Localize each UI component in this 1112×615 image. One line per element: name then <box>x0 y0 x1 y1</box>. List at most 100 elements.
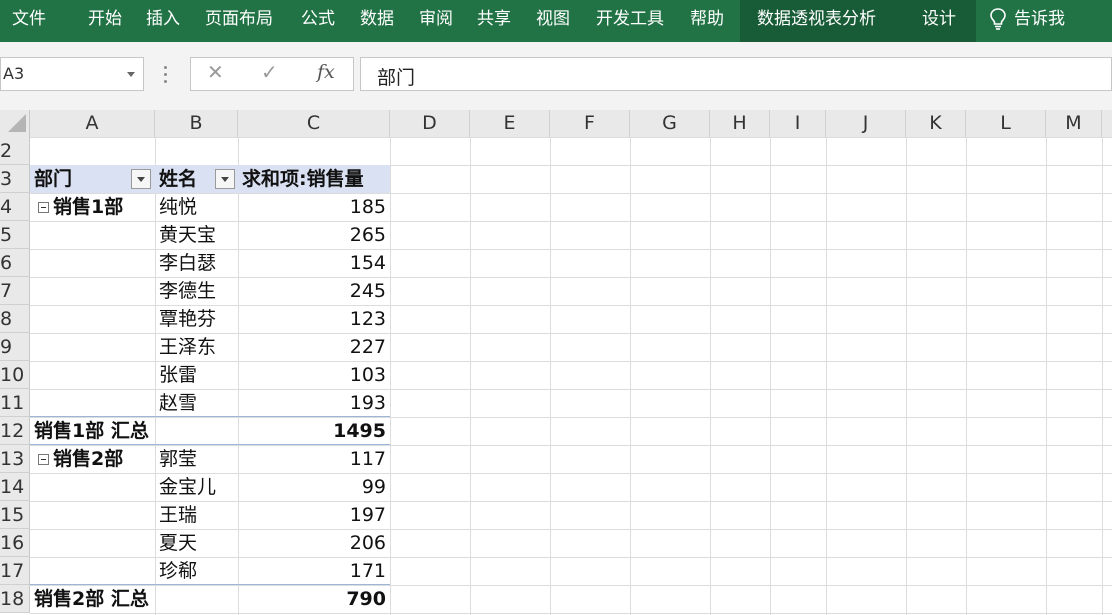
pivot-item-value[interactable]: 185 <box>238 193 386 221</box>
row-header[interactable]: 11 <box>0 389 30 417</box>
tab-view[interactable]: 视图 <box>536 0 570 42</box>
pivot-item-value[interactable]: 227 <box>238 333 386 361</box>
tab-design[interactable]: 设计 <box>922 0 956 42</box>
pivot-item-name[interactable]: 珍郗 <box>159 557 197 585</box>
column-header-f[interactable]: F <box>550 110 630 137</box>
grid-line <box>1102 137 1103 615</box>
tab-home[interactable]: 开始 <box>88 0 122 42</box>
column-header-i[interactable]: I <box>770 110 826 137</box>
pivot-item-value[interactable]: 103 <box>238 361 386 389</box>
chevron-down-icon[interactable] <box>127 72 135 77</box>
pivot-item-name[interactable]: 李白瑟 <box>159 249 216 277</box>
pivot-item-name[interactable]: 赵雪 <box>159 389 197 417</box>
row-header[interactable]: 9 <box>0 333 30 361</box>
row-header[interactable]: 8 <box>0 305 30 333</box>
grid-line <box>1046 137 1047 615</box>
tab-file[interactable]: 文件 <box>12 0 46 42</box>
row-header[interactable]: 14 <box>0 473 30 501</box>
pivot-item-name[interactable]: 王瑞 <box>159 501 197 529</box>
check-icon[interactable]: ✓ <box>261 60 278 84</box>
tab-share[interactable]: 共享 <box>477 0 511 42</box>
pivot-item-name[interactable]: 纯悦 <box>159 193 197 221</box>
pivot-item-name[interactable]: 张雷 <box>159 361 197 389</box>
name-box[interactable]: A3 <box>0 57 144 91</box>
grid-line <box>966 137 967 615</box>
pivot-item-value[interactable]: 99 <box>238 473 386 501</box>
drag-handle-icon[interactable] <box>164 66 168 87</box>
insert-function-icon[interactable]: fx <box>317 61 335 83</box>
pivot-subtotal-label[interactable]: 销售2部 汇总 <box>34 585 149 613</box>
pivot-group-label[interactable]: 销售1部 <box>53 193 123 221</box>
tab-insert[interactable]: 插入 <box>146 0 180 42</box>
collapse-icon[interactable] <box>38 202 49 213</box>
name-box-value: A3 <box>3 64 25 83</box>
pivot-item-value[interactable]: 197 <box>238 501 386 529</box>
pivot-item-value[interactable]: 193 <box>238 389 386 417</box>
tell-me-search[interactable]: 告诉我 <box>990 0 1065 42</box>
pivot-group-label[interactable]: 销售2部 <box>53 445 123 473</box>
grid-line <box>906 137 907 615</box>
formula-input[interactable]: 部门 <box>360 57 1112 91</box>
tab-help[interactable]: 帮助 <box>690 0 724 42</box>
column-header-j[interactable]: J <box>826 110 906 137</box>
column-header-m[interactable]: M <box>1046 110 1102 137</box>
pivot-subtotal-label[interactable]: 销售1部 汇总 <box>34 417 149 445</box>
tab-page-layout[interactable]: 页面布局 <box>205 0 273 42</box>
row-header[interactable]: 17 <box>0 557 30 585</box>
row-header[interactable]: 2 <box>0 137 30 165</box>
row-header[interactable]: 13 <box>0 445 30 473</box>
row-header[interactable]: 6 <box>0 249 30 277</box>
pivot-item-value[interactable]: 171 <box>238 557 386 585</box>
pivot-item-value[interactable]: 265 <box>238 221 386 249</box>
grid-line <box>550 137 551 615</box>
pivot-header-name[interactable]: 姓名 <box>159 165 197 193</box>
column-header-a[interactable]: A <box>30 110 155 137</box>
row-header[interactable]: 5 <box>0 221 30 249</box>
row-header[interactable]: 12 <box>0 417 30 445</box>
pivot-item-name[interactable]: 夏天 <box>159 529 197 557</box>
filter-dropdown-icon[interactable] <box>131 169 151 189</box>
pivot-subtotal-value[interactable]: 1495 <box>238 417 386 445</box>
column-header-e[interactable]: E <box>470 110 550 137</box>
pivot-item-value[interactable]: 245 <box>238 277 386 305</box>
pivot-item-value[interactable]: 154 <box>238 249 386 277</box>
pivot-item-name[interactable]: 覃艳芬 <box>159 305 216 333</box>
close-icon[interactable]: ✕ <box>207 60 224 84</box>
row-header[interactable]: 7 <box>0 277 30 305</box>
row-header[interactable]: 16 <box>0 529 30 557</box>
row-header[interactable]: 4 <box>0 193 30 221</box>
tab-data[interactable]: 数据 <box>360 0 394 42</box>
pivot-context-tab-group: 数据透视表分析 设计 <box>740 0 976 42</box>
column-header-k[interactable]: K <box>906 110 966 137</box>
tab-developer[interactable]: 开发工具 <box>596 0 664 42</box>
tab-formulas[interactable]: 公式 <box>301 0 335 42</box>
grid-line <box>770 137 771 615</box>
select-all-triangle-icon <box>8 114 26 132</box>
pivot-subtotal-value[interactable]: 790 <box>238 585 386 613</box>
column-header-h[interactable]: H <box>710 110 770 137</box>
collapse-icon[interactable] <box>38 454 49 465</box>
row-header[interactable]: 10 <box>0 361 30 389</box>
row-header[interactable]: 15 <box>0 501 30 529</box>
column-header-c[interactable]: C <box>238 110 390 137</box>
pivot-item-name[interactable]: 王泽东 <box>159 333 216 361</box>
tab-review[interactable]: 审阅 <box>419 0 453 42</box>
filter-dropdown-icon[interactable] <box>215 169 235 189</box>
pivot-item-name[interactable]: 黄天宝 <box>159 221 216 249</box>
tab-pivottable-analyze[interactable]: 数据透视表分析 <box>757 0 876 42</box>
column-header-d[interactable]: D <box>390 110 470 137</box>
pivot-item-value[interactable]: 123 <box>238 305 386 333</box>
pivot-header-value[interactable]: 求和项:销售量 <box>242 165 364 193</box>
pivot-item-name[interactable]: 李德生 <box>159 277 216 305</box>
pivot-item-name[interactable]: 郭莹 <box>159 445 197 473</box>
column-header-g[interactable]: G <box>630 110 710 137</box>
column-header-b[interactable]: B <box>155 110 238 137</box>
pivot-item-name[interactable]: 金宝儿 <box>159 473 216 501</box>
column-header-l[interactable]: L <box>966 110 1046 137</box>
pivot-item-value[interactable]: 206 <box>238 529 386 557</box>
row-header[interactable]: 18 <box>0 585 30 613</box>
row-header[interactable]: 3 <box>0 165 30 193</box>
formula-content: 部门 <box>377 67 416 89</box>
pivot-header-dept[interactable]: 部门 <box>34 165 72 193</box>
pivot-item-value[interactable]: 117 <box>238 445 386 473</box>
